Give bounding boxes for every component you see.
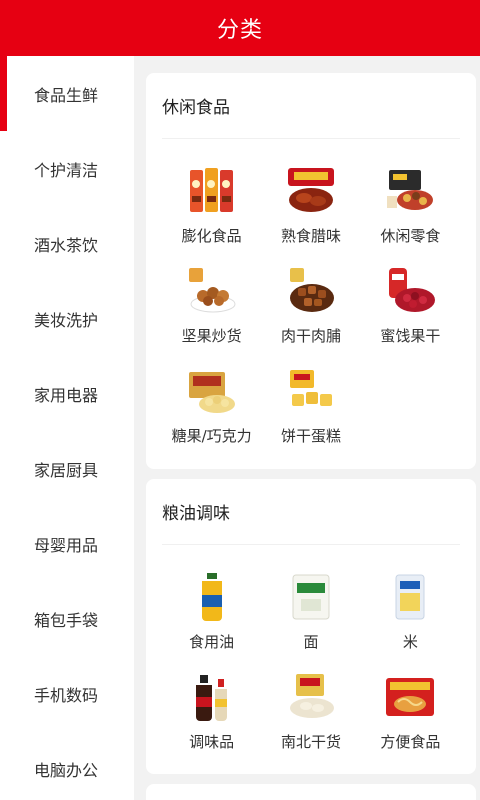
nuts-bowl-icon — [184, 265, 240, 317]
section-card-grain-oil: 粮油调味 食用油 面 米 调味品 南北干货 方便食品 — [146, 479, 476, 774]
sidebar-item-label: 手机数码 — [34, 685, 99, 705]
category-grid: 食用油 面 米 调味品 南北干货 方便食品 — [162, 545, 460, 757]
category-item-condiments[interactable]: 调味品 — [162, 671, 261, 757]
category-item-cooking-oil[interactable]: 食用油 — [162, 571, 261, 657]
sidebar-item-computers[interactable]: 电脑办公 — [0, 731, 134, 800]
category-sidebar: 食品生鲜 个护清洁 酒水茶饮 美妆洗护 家用电器 家居厨具 母婴用品 箱包手袋 … — [0, 56, 134, 800]
category-item-label: 膨化食品 — [181, 227, 242, 245]
dried-fruit-icon — [382, 265, 438, 317]
category-item-label: 坚果炒货 — [181, 327, 242, 345]
flour-bag-icon — [283, 571, 339, 623]
category-item-nuts[interactable]: 坚果炒货 — [162, 265, 261, 351]
sidebar-item-label: 电脑办公 — [34, 760, 99, 780]
sidebar-item-label: 母婴用品 — [34, 535, 99, 555]
category-item-flour[interactable]: 面 — [261, 571, 360, 657]
category-item-biscuits-cakes[interactable]: 饼干蛋糕 — [261, 365, 360, 451]
section-card-next — [146, 784, 476, 800]
category-item-jerky[interactable]: 肉干肉脯 — [261, 265, 360, 351]
cured-meat-icon — [283, 165, 339, 217]
sidebar-item-bags[interactable]: 箱包手袋 — [0, 581, 134, 656]
sidebar-item-label: 家居厨具 — [34, 460, 99, 480]
category-item-dried-fruit[interactable]: 蜜饯果干 — [361, 265, 460, 351]
sidebar-item-label: 家用电器 — [34, 385, 99, 405]
sidebar-item-label: 箱包手袋 — [34, 610, 99, 630]
sidebar-item-home-kitchen[interactable]: 家居厨具 — [0, 431, 134, 506]
chips-bags-icon — [184, 165, 240, 217]
category-item-label: 米 — [402, 633, 418, 651]
sidebar-item-beauty[interactable]: 美妆洗护 — [0, 281, 134, 356]
category-item-label: 方便食品 — [380, 733, 441, 751]
category-item-label: 食用油 — [189, 633, 235, 651]
rice-bag-icon — [382, 571, 438, 623]
category-item-label: 糖果/巧克力 — [171, 427, 252, 445]
category-item-label: 休闲零食 — [380, 227, 441, 245]
sidebar-item-label: 美妆洗护 — [34, 310, 99, 330]
cake-icon — [283, 365, 339, 417]
sidebar-item-drinks[interactable]: 酒水茶饮 — [0, 206, 134, 281]
category-item-label: 熟食腊味 — [280, 227, 341, 245]
dried-goods-icon — [283, 671, 339, 723]
category-item-cured-meat[interactable]: 熟食腊味 — [261, 165, 360, 251]
sidebar-item-baby[interactable]: 母婴用品 — [0, 506, 134, 581]
section-title: 休闲食品 — [162, 73, 460, 139]
sidebar-item-label: 酒水茶饮 — [34, 235, 99, 255]
category-item-instant-food[interactable]: 方便食品 — [361, 671, 460, 757]
category-item-label: 调味品 — [189, 733, 235, 751]
candy-box-icon — [184, 365, 240, 417]
sidebar-item-phones[interactable]: 手机数码 — [0, 656, 134, 731]
instant-noodles-icon — [382, 671, 438, 723]
category-item-label: 南北干货 — [280, 733, 341, 751]
cooking-oil-icon — [184, 571, 240, 623]
section-card-snacks: 休闲食品 膨化食品 熟食腊味 休闲零食 坚果炒货 肉干肉脯 蜜饯果干 糖果/巧克… — [146, 73, 476, 469]
category-item-dried-goods[interactable]: 南北干货 — [261, 671, 360, 757]
category-item-puffed-food[interactable]: 膨化食品 — [162, 165, 261, 251]
sidebar-item-food[interactable]: 食品生鲜 — [0, 56, 134, 131]
category-grid: 膨化食品 熟食腊味 休闲零食 坚果炒货 肉干肉脯 蜜饯果干 糖果/巧克力 饼干蛋… — [162, 139, 460, 451]
category-item-leisure-snacks[interactable]: 休闲零食 — [361, 165, 460, 251]
snack-box-icon — [382, 165, 438, 217]
category-item-label: 蜜饯果干 — [380, 327, 441, 345]
sidebar-item-label: 食品生鲜 — [34, 85, 99, 105]
category-item-label: 肉干肉脯 — [280, 327, 341, 345]
jerky-bowl-icon — [283, 265, 339, 317]
sidebar-item-appliances[interactable]: 家用电器 — [0, 356, 134, 431]
top-bar: 分类 — [0, 0, 480, 56]
category-item-rice[interactable]: 米 — [361, 571, 460, 657]
section-title: 粮油调味 — [162, 479, 460, 545]
sidebar-item-label: 个护清洁 — [34, 160, 99, 180]
sauce-bottles-icon — [184, 671, 240, 723]
category-content: 休闲食品 膨化食品 熟食腊味 休闲零食 坚果炒货 肉干肉脯 蜜饯果干 糖果/巧克… — [134, 56, 480, 800]
page-title: 分类 — [216, 18, 263, 43]
sidebar-item-personal-care[interactable]: 个护清洁 — [0, 131, 134, 206]
category-item-label: 饼干蛋糕 — [280, 427, 341, 445]
category-item-label: 面 — [303, 633, 319, 651]
category-item-candy-chocolate[interactable]: 糖果/巧克力 — [162, 365, 261, 451]
